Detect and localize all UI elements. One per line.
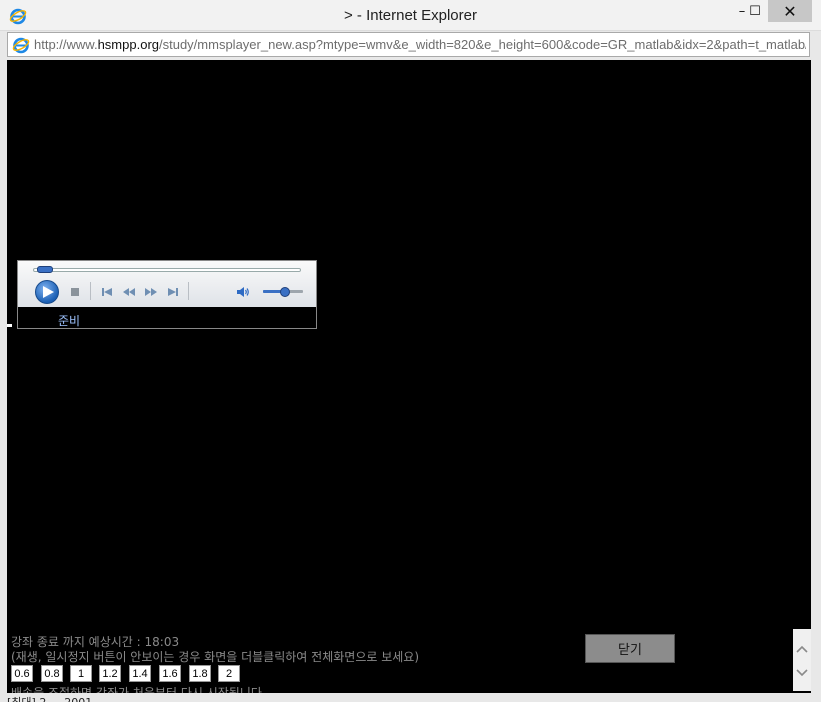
speed-button-1[interactable]: 1 bbox=[70, 665, 92, 682]
title-bar: > - Internet Explorer – ☐ ✕ bbox=[0, 0, 821, 31]
rewind-button[interactable] bbox=[122, 285, 136, 299]
play-icon bbox=[43, 286, 54, 298]
speed-button-2[interactable]: 2 bbox=[218, 665, 240, 682]
speed-button-1.8[interactable]: 1.8 bbox=[189, 665, 211, 682]
stop-button[interactable] bbox=[68, 285, 82, 299]
url-domain: hsmpp.org bbox=[97, 37, 159, 52]
speed-button-1.2[interactable]: 1.2 bbox=[99, 665, 121, 682]
player-controls bbox=[18, 261, 316, 307]
internet-explorer-icon bbox=[12, 37, 30, 54]
volume-slider-thumb[interactable] bbox=[280, 287, 290, 297]
speed-button-1.4[interactable]: 1.4 bbox=[129, 665, 151, 682]
seek-bar[interactable] bbox=[33, 268, 301, 272]
previous-button[interactable] bbox=[100, 285, 114, 299]
status-text: [최대] 2 … 2001 … bbox=[7, 694, 107, 702]
close-window-button[interactable]: ✕ bbox=[768, 0, 812, 22]
status-strip: [최대] 2 … 2001 … bbox=[0, 693, 821, 702]
scroll-down-icon[interactable] bbox=[793, 663, 811, 683]
stop-icon bbox=[71, 288, 79, 296]
url-text[interactable]: http://www.hsmpp.org/study/mmsplayer_new… bbox=[34, 37, 806, 52]
scroll-up-icon[interactable] bbox=[793, 639, 811, 659]
next-button[interactable] bbox=[166, 285, 180, 299]
rewind-icon bbox=[123, 288, 135, 296]
speed-button-1.6[interactable]: 1.6 bbox=[159, 665, 181, 682]
vertical-scrollbar[interactable] bbox=[793, 629, 811, 691]
close-button[interactable]: 닫기 bbox=[585, 634, 675, 663]
speaker-icon bbox=[237, 287, 249, 297]
window-title: > - Internet Explorer bbox=[344, 7, 477, 24]
edge-marker bbox=[7, 324, 12, 327]
skip-forward-icon bbox=[168, 288, 178, 296]
player-status: 준비 bbox=[58, 314, 81, 328]
separator bbox=[188, 282, 189, 300]
speed-button-0.8[interactable]: 0.8 bbox=[41, 665, 63, 682]
skip-back-icon bbox=[102, 288, 112, 296]
media-player: 준비 bbox=[17, 260, 317, 329]
speed-button-0.6[interactable]: 0.6 bbox=[11, 665, 33, 682]
play-button[interactable] bbox=[35, 280, 59, 304]
separator bbox=[90, 282, 91, 300]
url-prefix: http://www. bbox=[34, 37, 98, 52]
mute-button[interactable] bbox=[236, 285, 250, 299]
url-path: /study/mmsplayer_new.asp?mtype=wmv&e_wid… bbox=[159, 37, 806, 52]
page-content bbox=[7, 60, 811, 693]
fullscreen-hint-text: (재생, 일시정지 버튼이 안보이는 경우 화면을 더블클릭하여 전체화면으로 … bbox=[11, 650, 420, 664]
fast-forward-icon bbox=[145, 288, 157, 296]
seek-thumb[interactable] bbox=[37, 266, 54, 273]
fast-forward-button[interactable] bbox=[144, 285, 158, 299]
address-bar[interactable]: http://www.hsmpp.org/study/mmsplayer_new… bbox=[7, 32, 810, 57]
maximize-button[interactable]: ☐ bbox=[742, 0, 768, 22]
